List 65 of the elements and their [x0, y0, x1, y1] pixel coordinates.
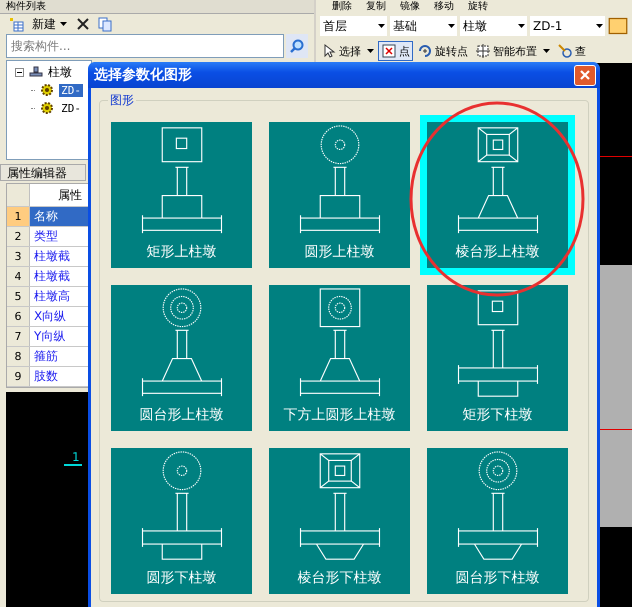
toolbar-button[interactable]: 复制: [366, 0, 386, 13]
row-number: 3: [7, 247, 30, 266]
toolbar-button[interactable]: 查: [554, 41, 589, 61]
row-number: 4: [7, 267, 30, 286]
caret-icon: [518, 24, 525, 28]
tree-item[interactable]: ZD-: [59, 84, 83, 96]
caret-icon: [596, 24, 603, 28]
property-name[interactable]: 柱墩高: [30, 287, 91, 306]
property-name[interactable]: 类型: [30, 227, 91, 246]
row-number: 8: [7, 347, 30, 366]
panel-title: 构件列表: [0, 0, 314, 14]
gear-icon: [39, 82, 56, 98]
new-icon[interactable]: [8, 16, 24, 32]
collapse-toggle[interactable]: [15, 68, 24, 76]
property-name[interactable]: 柱墩截: [30, 247, 91, 266]
toolbar-button[interactable]: 智能布置: [472, 41, 553, 61]
axis-label: 1: [64, 450, 82, 466]
panel-title: 属性编辑器: [0, 164, 86, 181]
toolbar-button[interactable]: 选择: [318, 41, 377, 61]
dropdown[interactable]: 柱墩: [460, 16, 527, 36]
caret-icon: [367, 49, 374, 53]
close-icon: [579, 69, 591, 81]
delete-icon[interactable]: [75, 16, 91, 32]
gear-icon: [39, 100, 56, 116]
property-name[interactable]: Y向纵: [30, 327, 91, 346]
row-number: 6: [7, 307, 30, 326]
search-icon: [289, 38, 305, 54]
shape-tile[interactable]: 棱台形上柱墩: [420, 115, 575, 275]
property-name[interactable]: 肢数: [30, 367, 91, 386]
row-number: 2: [7, 227, 30, 246]
search-button[interactable]: [286, 34, 308, 58]
row-number: 5: [7, 287, 30, 306]
rotate-icon: [417, 43, 433, 59]
toolbar-button[interactable]: 镜像: [400, 0, 420, 13]
close-button[interactable]: [574, 64, 596, 86]
row-number: 1: [7, 207, 30, 226]
toolbar-button[interactable]: 移动: [434, 0, 454, 13]
column-header: 属性: [57, 187, 83, 204]
dropdown[interactable]: ZD-1: [530, 16, 605, 36]
new-button[interactable]: 新建: [30, 16, 69, 32]
dropdown[interactable]: 基础: [390, 16, 457, 36]
grid-icon: [475, 43, 491, 59]
toolbar-button[interactable]: 旋转点: [414, 41, 471, 61]
row-number: 7: [7, 327, 30, 346]
row-number: 9: [7, 367, 30, 386]
point-icon: [381, 43, 397, 59]
toolbar-button[interactable]: 删除: [332, 0, 352, 13]
magnifier-icon: [557, 43, 573, 59]
toolbar-button[interactable]: 点: [378, 41, 413, 61]
search-field[interactable]: 搜索构件...: [6, 34, 284, 58]
property-name[interactable]: 名称: [30, 207, 91, 226]
copy-icon[interactable]: [97, 16, 113, 32]
tree-item[interactable]: 柱墩: [48, 64, 72, 80]
dialog-title: 选择参数化图形: [94, 66, 192, 84]
tree-item[interactable]: ZD-: [59, 102, 83, 114]
toolbar-button[interactable]: 旋转: [468, 0, 488, 13]
caret-icon: [378, 24, 385, 28]
caret-icon: [448, 24, 455, 28]
caret-icon: [543, 49, 550, 53]
caret-icon: [60, 22, 67, 26]
group-label: 图形: [108, 92, 136, 109]
property-name[interactable]: 柱墩截: [30, 267, 91, 286]
property-name[interactable]: 箍筋: [30, 347, 91, 366]
property-name[interactable]: X向纵: [30, 307, 91, 326]
dropdown[interactable]: 首层: [320, 16, 387, 36]
